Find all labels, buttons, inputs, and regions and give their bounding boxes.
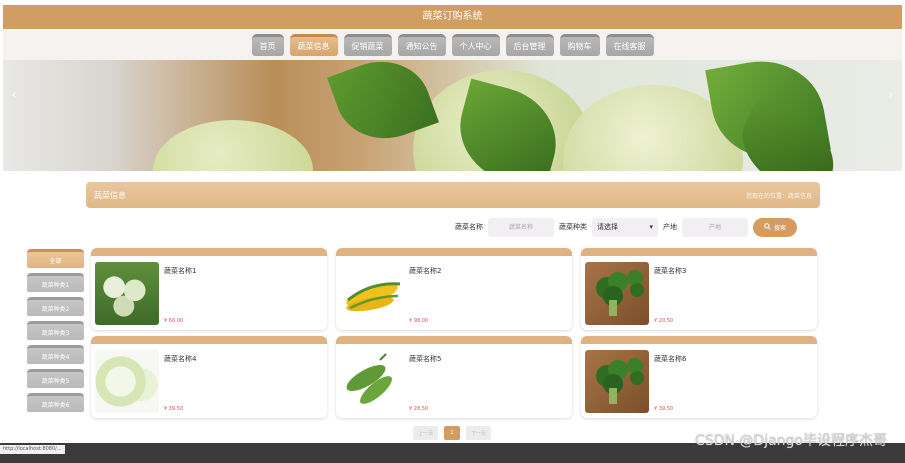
product-name: 蔬菜名称3 [654, 267, 687, 275]
banner-prev-icon[interactable]: ‹ [7, 88, 21, 102]
type-filter-value: 请选择 [597, 223, 618, 231]
nav-home[interactable]: 首页 [251, 33, 284, 56]
prev-page-button[interactable]: 上一页 [413, 426, 438, 440]
product-price: ¥ 20.50 [654, 318, 674, 324]
product-price: ¥ 28.50 [409, 406, 429, 412]
name-filter-label: 蔬菜名称 [455, 223, 483, 231]
product-price: ¥ 39.50 [164, 406, 184, 412]
product-image[interactable] [585, 350, 649, 413]
nav-admin[interactable]: 后台管理 [505, 33, 554, 56]
category-item[interactable]: 蔬菜种类3 [27, 321, 84, 340]
product-grid: 蔬菜名称1 ¥ 60.00 蔬菜名称2 ¥ 98.00 蔬菜名称3 ¥ 20.5… [91, 248, 817, 418]
section-title: 蔬菜信息 [94, 190, 126, 200]
category-item[interactable]: 蔬菜种类1 [27, 273, 84, 292]
chevron-down-icon: ▾ [649, 223, 653, 231]
product-image[interactable] [340, 262, 404, 325]
product-name: 蔬菜名称2 [409, 267, 442, 275]
next-page-button[interactable]: 下一页 [466, 426, 491, 440]
product-card[interactable]: 蔬菜名称3 ¥ 20.50 [581, 248, 817, 330]
category-sidebar: 全部 蔬菜种类1 蔬菜种类2 蔬菜种类3 蔬菜种类4 蔬菜种类5 蔬菜种类6 [27, 249, 84, 412]
product-image[interactable] [340, 350, 404, 413]
pagination: 上一页 1 下一页 [413, 426, 491, 440]
search-button-label: 搜索 [773, 224, 786, 232]
nav-vegetable-info[interactable]: 蔬菜信息 [289, 33, 338, 56]
name-filter-input[interactable]: 蔬菜名称 [488, 217, 554, 237]
product-card[interactable]: 蔬菜名称5 ¥ 28.50 [336, 336, 572, 418]
product-name: 蔬菜名称1 [164, 267, 197, 275]
category-item[interactable]: 蔬菜种类2 [27, 297, 84, 316]
nav-cart[interactable]: 购物车 [559, 33, 600, 56]
search-filters: 蔬菜名称 蔬菜名称 蔬菜种类 请选择 ▾ 产地 产地 搜索 [455, 217, 797, 237]
category-item[interactable]: 蔬菜种类5 [27, 369, 84, 388]
current-page[interactable]: 1 [444, 426, 460, 440]
nav-service[interactable]: 在线客服 [605, 33, 654, 56]
site-title: 蔬菜订购系统 [3, 5, 902, 29]
banner-next-icon[interactable]: › [884, 88, 898, 102]
breadcrumb: 您现在的位置：蔬菜信息 [745, 192, 812, 200]
product-image[interactable] [95, 350, 159, 413]
status-url: http://localhost:8080/... [0, 445, 65, 454]
nav-profile[interactable]: 个人中心 [451, 33, 500, 56]
product-price: ¥ 60.00 [164, 318, 184, 324]
type-filter-select[interactable]: 请选择 ▾ [592, 217, 658, 237]
main-nav: 首页 蔬菜信息 促销蔬菜 通知公告 个人中心 后台管理 购物车 在线客服 [3, 29, 902, 60]
product-price: ¥ 98.00 [409, 318, 429, 324]
category-all[interactable]: 全部 [27, 249, 84, 268]
banner-pear [153, 120, 313, 171]
category-item[interactable]: 蔬菜种类6 [27, 393, 84, 412]
search-icon [764, 222, 771, 232]
watermark: CSDN @Django毕设程序杰哥 [695, 433, 887, 449]
nav-promotion[interactable]: 促销蔬菜 [343, 33, 392, 56]
nav-notice[interactable]: 通知公告 [397, 33, 446, 56]
product-image[interactable] [95, 262, 159, 325]
search-button[interactable]: 搜索 [753, 217, 797, 237]
category-item[interactable]: 蔬菜种类4 [27, 345, 84, 364]
section-header: 蔬菜信息 您现在的位置：蔬菜信息 [86, 182, 820, 208]
product-card[interactable]: 蔬菜名称2 ¥ 98.00 [336, 248, 572, 330]
product-card[interactable]: 蔬菜名称4 ¥ 39.50 [91, 336, 327, 418]
type-filter-label: 蔬菜种类 [559, 223, 587, 231]
product-name: 蔬菜名称5 [409, 355, 442, 363]
product-name: 蔬菜名称4 [164, 355, 197, 363]
banner-carousel[interactable]: ‹ › [3, 60, 902, 171]
product-card[interactable]: 蔬菜名称1 ¥ 60.00 [91, 248, 327, 330]
product-name: 蔬菜名称6 [654, 355, 687, 363]
origin-filter-label: 产地 [663, 223, 677, 231]
product-card[interactable]: 蔬菜名称6 ¥ 39.50 [581, 336, 817, 418]
product-image[interactable] [585, 262, 649, 325]
origin-filter-input[interactable]: 产地 [682, 217, 748, 237]
product-price: ¥ 39.50 [654, 406, 674, 412]
